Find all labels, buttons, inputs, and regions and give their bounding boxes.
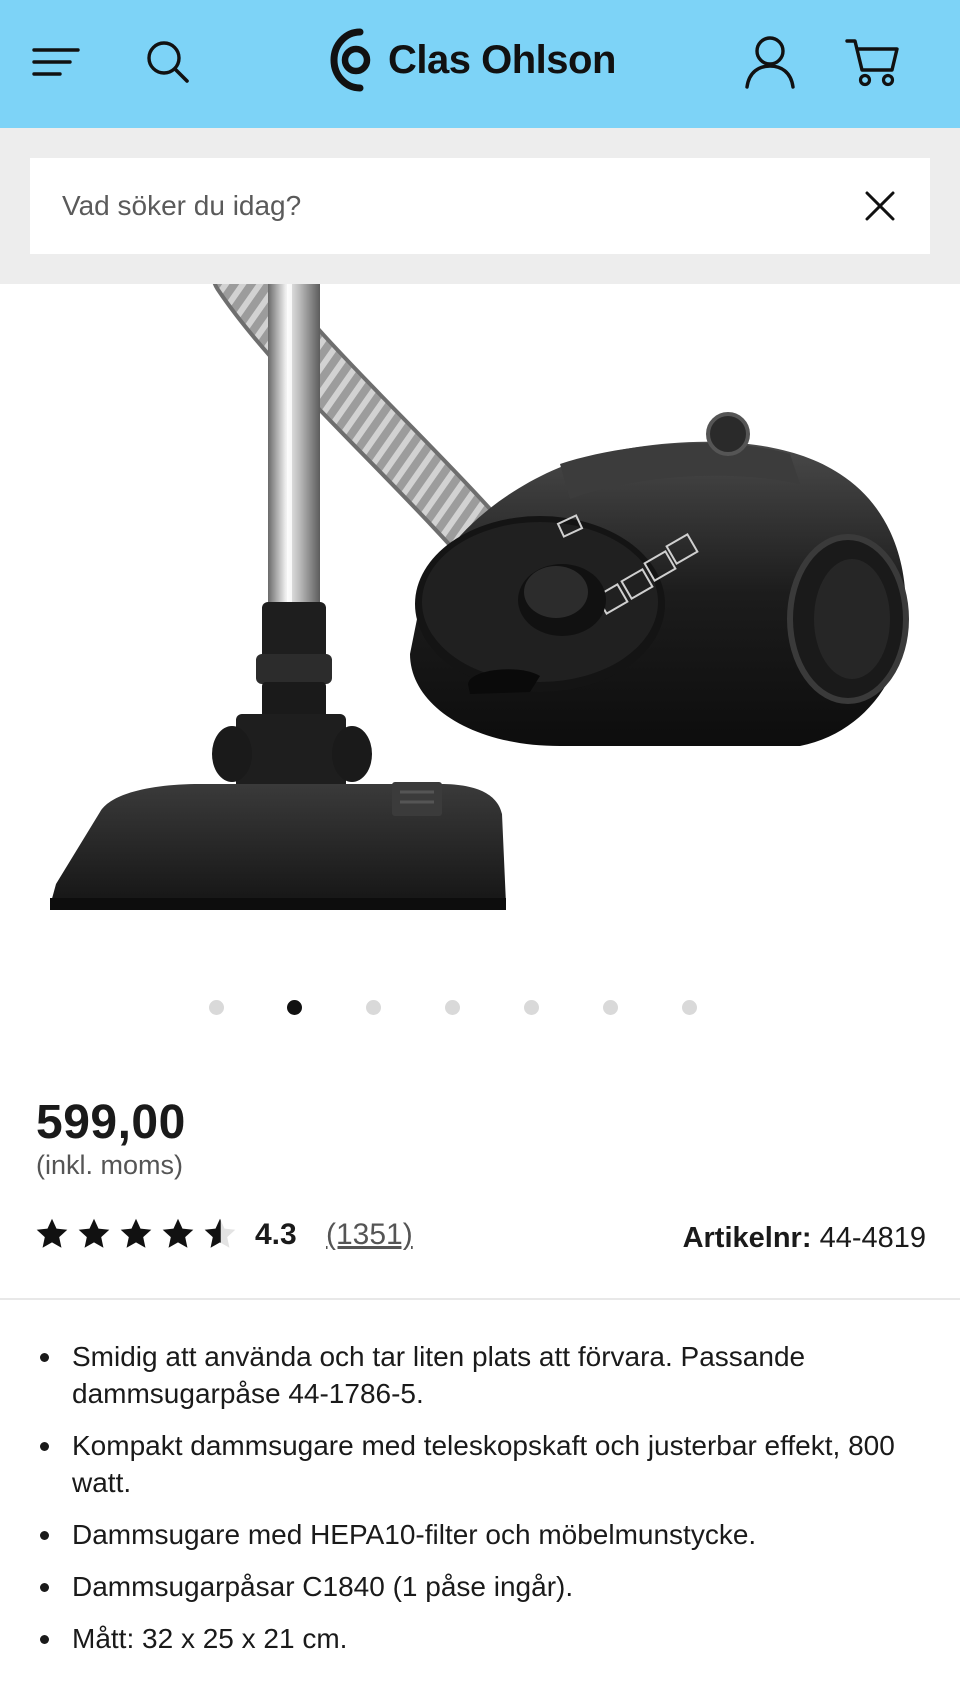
vat-note: (inkl. moms) [36,1150,183,1180]
list-item: Dammsugarpåsar C1840 (1 påse ingår). [36,1568,936,1605]
star-icon [162,1218,194,1248]
rating-stars[interactable] [34,1214,238,1254]
rating-value: 4.3 [255,1218,297,1251]
carousel-dot[interactable] [603,1000,618,1015]
review-count-link[interactable]: (1351) [326,1218,413,1252]
menu-icon[interactable] [28,38,84,86]
carousel-dot-active[interactable] [287,1000,302,1015]
search-box [30,158,930,254]
list-item: Mått: 32 x 25 x 21 cm. [36,1620,936,1657]
carousel-dot[interactable] [366,1000,381,1015]
user-icon[interactable] [740,32,800,92]
brand-logo[interactable]: Clas Ohlson [328,28,616,92]
list-item: Smidig att använda och tar liten plats a… [36,1338,936,1412]
carousel-dot[interactable] [445,1000,460,1015]
article-label: Artikelnr: [682,1222,812,1254]
brand-name: Clas Ohlson [388,37,616,82]
product-image[interactable] [0,284,960,984]
carousel-dots [0,998,960,1018]
search-icon[interactable] [140,36,196,88]
carousel-dot[interactable] [524,1000,539,1015]
search-input[interactable] [30,158,830,254]
carousel-dot[interactable] [209,1000,224,1015]
carousel-dot[interactable] [682,1000,697,1015]
article-number: Artikelnr: 44-4819 [683,1222,926,1255]
list-item: Kompakt dammsugare med teleskopskaft och… [36,1427,936,1501]
clas-ohlson-logo-icon [330,28,371,92]
star-icon [36,1218,68,1248]
feature-list: Smidig att använda och tar liten plats a… [36,1338,936,1672]
product-price: 599,00 [36,1096,186,1149]
star-icon [120,1218,152,1248]
top-header: Clas Ohlson [0,0,960,128]
cart-icon[interactable] [842,34,902,90]
article-value: 44-4819 [819,1222,926,1254]
list-item: Dammsugare med HEPA10-filter och möbelmu… [36,1516,936,1553]
close-icon[interactable] [860,186,900,226]
divider [0,1298,960,1300]
star-icon [78,1218,110,1248]
search-bar-area [0,128,960,284]
star-half-icon [204,1218,236,1248]
